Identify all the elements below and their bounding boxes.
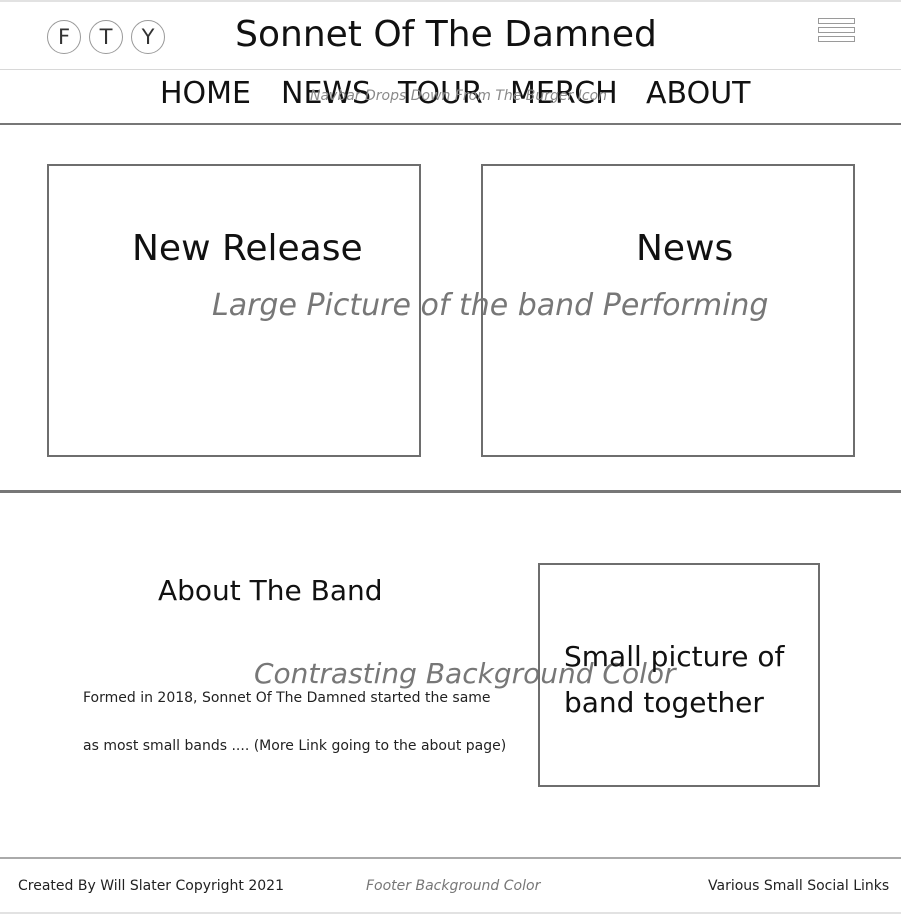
hamburger-bar — [818, 18, 855, 24]
footer-social-links[interactable]: Various Small Social Links — [708, 878, 889, 894]
hamburger-bar — [818, 27, 855, 33]
twitter-icon[interactable]: T — [89, 20, 123, 54]
facebook-icon[interactable]: F — [47, 20, 81, 54]
footer-credit: Created By Will Slater Copyright 2021 — [18, 878, 284, 894]
hamburger-icon[interactable] — [818, 18, 855, 45]
band-picture-caption: Small picture of band together — [564, 634, 784, 726]
about-heading: About The Band — [158, 574, 383, 607]
about-text-line-1: Formed in 2018, Sonnet Of The Damned sta… — [83, 690, 491, 706]
top-border — [0, 0, 901, 2]
nav-home[interactable]: HOME — [160, 76, 251, 111]
nav-divider — [0, 123, 901, 125]
footer-divider — [0, 857, 901, 859]
new-release-title: New Release — [132, 228, 363, 269]
hero-divider — [0, 490, 901, 493]
about-text-line-2[interactable]: as most small bands .... (More Link goin… — [83, 738, 506, 754]
hero-background-note: Large Picture of the band Performing — [212, 288, 769, 323]
band-picture-caption-line-1: Small picture of — [564, 640, 785, 673]
hamburger-bar — [818, 36, 855, 42]
footer-background-note: Footer Background Color — [366, 878, 541, 894]
band-picture-caption-line-2: band together — [564, 686, 764, 719]
site-title: Sonnet Of The Damned — [235, 14, 657, 55]
news-title: News — [636, 228, 734, 269]
youtube-icon[interactable]: Y — [131, 20, 165, 54]
navbar-note: Navbar Drops Down From The Burger Icon — [310, 88, 608, 104]
header-divider — [0, 69, 901, 70]
nav-about[interactable]: ABOUT — [646, 76, 750, 111]
